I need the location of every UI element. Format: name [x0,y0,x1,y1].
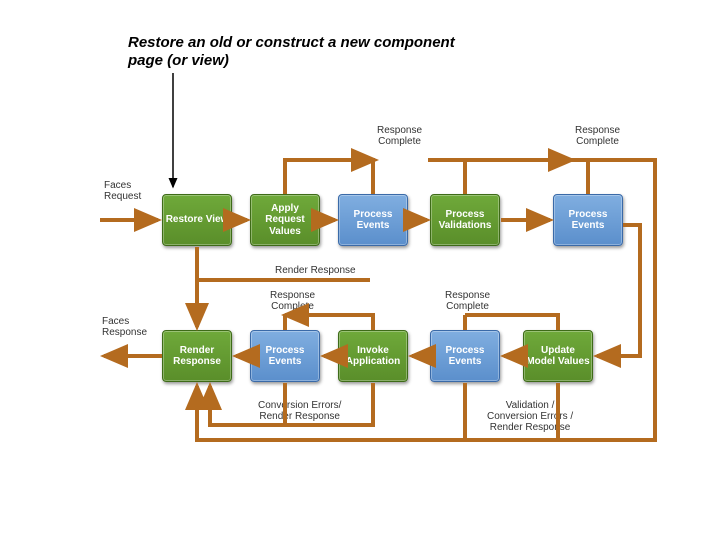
label-faces-request: Faces Request [104,180,141,202]
label-response-complete-3: Response Complete [270,290,315,312]
box-process-events-3: Process Events [250,330,320,382]
box-update-model-values: Update Model Values [523,330,593,382]
label-conversion-errors: Conversion Errors/ Render Response [258,400,341,422]
box-process-events-4: Process Events [430,330,500,382]
label-response-complete-4: Response Complete [445,290,490,312]
box-render-response: Render Response [162,330,232,382]
arrows-svg [0,0,720,540]
label-render-response-mid: Render Response [275,265,356,276]
box-restore-view: Restore View [162,194,232,246]
box-invoke-application: Invoke Application [338,330,408,382]
box-apply-request-values: Apply Request Values [250,194,320,246]
diagram-title: Restore an old or construct a new compon… [128,34,468,70]
label-response-complete-1: Response Complete [377,125,422,147]
label-faces-response: Faces Response [102,316,147,338]
label-response-complete-2: Response Complete [575,125,620,147]
box-process-events-2: Process Events [553,194,623,246]
label-validation-errors: Validation / Conversion Errors / Render … [487,400,573,433]
box-process-events-1: Process Events [338,194,408,246]
box-process-validations: Process Validations [430,194,500,246]
